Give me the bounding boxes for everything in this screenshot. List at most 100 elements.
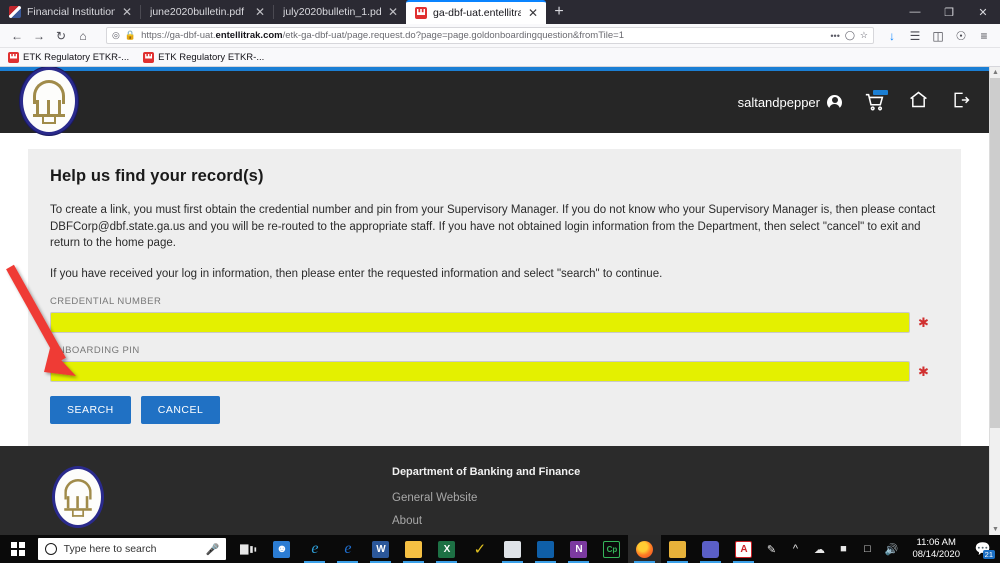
scroll-down-icon[interactable]: ▼: [990, 524, 1000, 535]
user-menu[interactable]: saltandpepper: [738, 94, 842, 110]
footer-links-column: Department of Banking and Finance Genera…: [392, 466, 712, 535]
chevron-up-icon[interactable]: ^: [784, 535, 806, 563]
tab-title: ga-dbf-uat.entellitrak.com/etk: [433, 7, 521, 19]
required-asterisk: ✱: [918, 363, 929, 379]
logout-button[interactable]: [951, 90, 971, 115]
taskbar-app-file-explorer[interactable]: [397, 535, 430, 563]
start-button[interactable]: [0, 535, 36, 563]
taskbar-app-acrobat-reader[interactable]: A: [727, 535, 760, 563]
forward-icon[interactable]: →: [28, 26, 50, 46]
scroll-up-icon[interactable]: ▲: [990, 67, 1000, 78]
new-tab-button[interactable]: +: [546, 0, 572, 24]
taskbar-app-calculator[interactable]: [496, 535, 529, 563]
home-button[interactable]: [908, 89, 929, 115]
georgia-dbf-seal-icon: [20, 67, 78, 135]
scrollbar-thumb[interactable]: [990, 78, 1000, 428]
calculator-icon: [504, 540, 522, 558]
credential-number-input[interactable]: [50, 312, 910, 333]
taskbar-app-firefox[interactable]: [628, 535, 662, 563]
taskbar-app-internet-explorer[interactable]: e: [298, 535, 331, 563]
excel-icon: X: [438, 540, 456, 558]
main-content: Help us find your record(s) To create a …: [0, 133, 989, 446]
browser-tab[interactable]: june2020bulletin.pdf ✕: [141, 0, 273, 24]
onboarding-pin-input[interactable]: [50, 361, 910, 382]
downloads-icon[interactable]: ↓: [882, 26, 902, 46]
task-view-icon: [240, 543, 257, 555]
page-viewport: saltandpepper Help us find your record(s…: [0, 67, 1000, 535]
taskbar-clock[interactable]: 11:06 AM 08/14/2020: [904, 537, 968, 561]
tab-close-icon[interactable]: ✕: [121, 6, 133, 18]
tab-close-icon[interactable]: ✕: [254, 6, 266, 18]
browser-tab[interactable]: Financial Institutions Bulletin (2 ✕: [0, 0, 140, 24]
instructions-paragraph-1: To create a link, you must first obtain …: [50, 204, 936, 249]
taskbar-search-placeholder: Type here to search: [63, 543, 157, 555]
taskbar-apps: ☻ e e W X ✓ N Cp A: [232, 535, 760, 563]
taskbar-app-outlook[interactable]: [529, 535, 562, 563]
onedrive-icon[interactable]: ☁: [808, 535, 830, 563]
site-header: saltandpepper: [0, 67, 989, 135]
taskbar-app-onenote[interactable]: N: [562, 535, 595, 563]
logout-icon: [954, 92, 970, 107]
cancel-button[interactable]: CANCEL: [140, 396, 221, 424]
instructions-paragraph-2: If you have received your log in informa…: [50, 267, 663, 280]
entellitrak-favicon-icon: [415, 7, 427, 19]
windows-taskbar: Type here to search 🎤 ☻ e e W X ✓ N Cp A…: [0, 535, 1000, 563]
pocket-icon[interactable]: ◯: [845, 30, 855, 41]
task-view-button[interactable]: [232, 535, 265, 563]
bookmark-label: ETK Regulatory ETKR-...: [158, 51, 265, 63]
page-actions-icon[interactable]: •••: [830, 31, 839, 41]
menu-icon[interactable]: ≡: [974, 26, 994, 46]
search-button[interactable]: SEARCH: [50, 396, 131, 424]
taskbar-app-teams[interactable]: [694, 535, 727, 563]
onboarding-pin-label: ONBOARDING PIN: [50, 345, 140, 356]
browser-tab[interactable]: july2020bulletin_1.pdf ✕: [274, 0, 406, 24]
sidebar-icon[interactable]: ◫: [928, 26, 948, 46]
library-icon[interactable]: ☰: [905, 26, 925, 46]
pen-icon[interactable]: ✎: [760, 535, 782, 563]
minimize-button[interactable]: —: [898, 0, 932, 24]
bookmark-item[interactable]: ETK Regulatory ETKR-...: [8, 51, 130, 63]
battery-icon[interactable]: ■: [832, 535, 854, 563]
microphone-icon[interactable]: 🎤: [206, 543, 220, 556]
footer-link-about[interactable]: About: [392, 515, 712, 527]
bookmark-label: ETK Regulatory ETKR-...: [23, 51, 130, 63]
shopping-cart-button[interactable]: [864, 90, 888, 113]
close-window-button[interactable]: ✕: [966, 0, 1000, 24]
page-scrollbar[interactable]: ▲ ▼: [989, 67, 1000, 535]
document-favicon-icon: [9, 6, 21, 18]
clock-date: 08/14/2020: [912, 549, 960, 560]
circle-search-icon: [44, 543, 57, 555]
network-icon[interactable]: □: [856, 535, 878, 563]
taskbar-app-excel[interactable]: X: [430, 535, 463, 563]
taskbar-app-snagit[interactable]: [661, 535, 694, 563]
taskbar-search-box[interactable]: Type here to search 🎤: [37, 538, 227, 560]
reload-icon[interactable]: ↻: [50, 26, 72, 46]
home-icon[interactable]: ⌂: [72, 26, 94, 46]
volume-icon[interactable]: 🔊: [880, 535, 902, 563]
browser-tab-active[interactable]: ga-dbf-uat.entellitrak.com/etk ✕: [406, 0, 546, 24]
tab-close-icon[interactable]: ✕: [527, 7, 539, 19]
account-icon[interactable]: ☉: [951, 26, 971, 46]
taskbar-app-edge[interactable]: e: [331, 535, 364, 563]
tab-title: Financial Institutions Bulletin (2: [27, 6, 115, 18]
toolbar-icons: ↓ ☰ ◫ ☉ ≡: [882, 26, 994, 46]
taskbar-app-people[interactable]: ☻: [265, 535, 298, 563]
bookmark-star-icon[interactable]: ☆: [860, 30, 868, 41]
credential-number-field-group: CREDENTIAL NUMBER ✱: [50, 296, 939, 333]
footer-link-general-website[interactable]: General Website: [392, 492, 712, 504]
taskbar-app-captivate[interactable]: Cp: [595, 535, 628, 563]
bookmark-item[interactable]: ETK Regulatory ETKR-...: [143, 51, 265, 63]
tracking-protection-icon[interactable]: ◎: [112, 30, 120, 41]
restore-button[interactable]: ❐: [932, 0, 966, 24]
taskbar-app-word[interactable]: W: [364, 535, 397, 563]
form-actions: SEARCH CANCEL: [50, 396, 939, 424]
tab-close-icon[interactable]: ✕: [387, 6, 399, 18]
back-icon[interactable]: ←: [6, 26, 28, 46]
taskbar-app-shield[interactable]: ✓: [463, 535, 496, 563]
outlook-icon: [537, 540, 555, 558]
windows-start-icon: [10, 542, 25, 556]
georgia-dbf-seal-icon: [52, 466, 104, 528]
notification-center-button[interactable]: 💬 21: [970, 535, 996, 563]
bookmarks-bar: ETK Regulatory ETKR-... ETK Regulatory E…: [0, 48, 1000, 67]
address-bar[interactable]: ◎ 🔒 https://ga-dbf-uat.entellitrak.com/e…: [106, 27, 874, 44]
